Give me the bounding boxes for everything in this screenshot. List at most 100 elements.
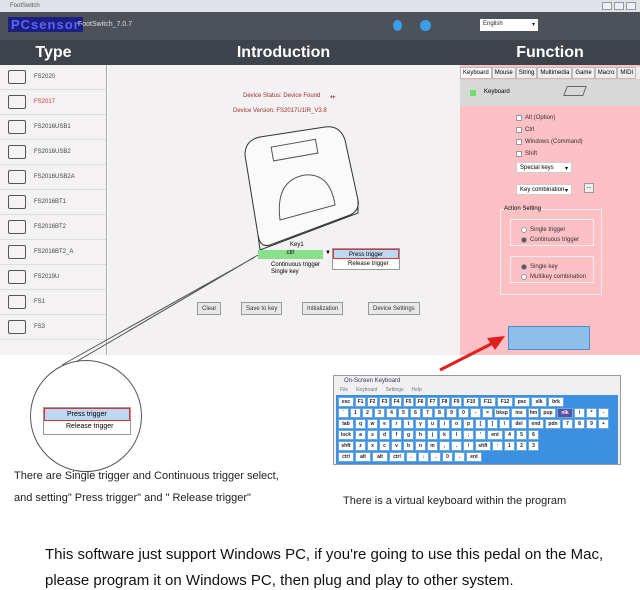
osk-key[interactable]: F5 bbox=[403, 397, 414, 407]
type-item[interactable]: FS2016USB2 bbox=[0, 140, 106, 165]
checkbox[interactable] bbox=[516, 115, 522, 121]
radio[interactable] bbox=[521, 274, 527, 280]
osk-key[interactable]: , bbox=[439, 441, 450, 451]
osk-key[interactable]: 6 bbox=[410, 408, 421, 418]
key-value-field[interactable]: ctrl bbox=[258, 250, 323, 259]
osk-key[interactable]: 0 bbox=[442, 452, 453, 462]
osk-key[interactable]: m bbox=[427, 441, 438, 451]
osk-key[interactable]: - bbox=[470, 408, 481, 418]
osk-key[interactable]: h bbox=[415, 430, 426, 440]
osk-key[interactable]: 7 bbox=[422, 408, 433, 418]
type-item[interactable]: FS2016BT2 bbox=[0, 215, 106, 240]
more-button[interactable]: ... bbox=[584, 183, 594, 193]
osk-key[interactable]: e bbox=[379, 419, 390, 429]
osk-key[interactable]: end bbox=[528, 419, 544, 429]
modifier-checkbox[interactable]: Ctrl bbox=[516, 124, 583, 136]
osk-key[interactable]: bksp bbox=[494, 408, 510, 418]
osk-key[interactable]: \ bbox=[499, 419, 510, 429]
checkbox[interactable] bbox=[516, 127, 522, 133]
radio[interactable] bbox=[521, 264, 527, 270]
osk-key[interactable]: * bbox=[586, 408, 597, 418]
device-settings-button[interactable]: Device Settings bbox=[368, 302, 420, 315]
osk-key[interactable]: ent bbox=[487, 430, 503, 440]
osk-key[interactable]: F3 bbox=[379, 397, 390, 407]
osk-key[interactable]: 9 bbox=[446, 408, 457, 418]
tab-mouse[interactable]: Mouse bbox=[491, 67, 516, 79]
osk-key[interactable]: f bbox=[391, 430, 402, 440]
osk-key[interactable]: F7 bbox=[427, 397, 438, 407]
maximize-button[interactable] bbox=[614, 2, 624, 10]
osk-key[interactable]: nlk bbox=[557, 408, 573, 418]
osk-key[interactable]: hm bbox=[528, 408, 539, 418]
osk-key[interactable]: d bbox=[379, 430, 390, 440]
osk-key[interactable]: v bbox=[391, 441, 402, 451]
virtual-keyboard-thumbnail[interactable] bbox=[508, 326, 590, 350]
osk-key[interactable]: pdn bbox=[545, 419, 561, 429]
trigger-dropdown[interactable]: Press trigger Release trigger bbox=[332, 248, 400, 270]
osk-key[interactable]: ctrl bbox=[389, 452, 405, 462]
osk-key[interactable]: . bbox=[451, 441, 462, 451]
type-item[interactable]: FS2016USB1 bbox=[0, 115, 106, 140]
osk-key[interactable]: ' bbox=[475, 430, 486, 440]
tab-string[interactable]: String bbox=[515, 67, 538, 79]
osk-key[interactable]: b bbox=[403, 441, 414, 451]
osk-key[interactable]: n bbox=[415, 441, 426, 451]
osk-key[interactable]: s bbox=[367, 430, 378, 440]
osk-key[interactable]: 5 bbox=[398, 408, 409, 418]
osk-key[interactable]: shft bbox=[338, 441, 354, 451]
osk-key[interactable]: z bbox=[355, 441, 366, 451]
osk-key[interactable]: - bbox=[598, 408, 609, 418]
key-combination-select[interactable]: Key combination ▾ bbox=[516, 184, 572, 195]
release-trigger-option[interactable]: Release trigger bbox=[333, 259, 399, 269]
osk-key[interactable]: j bbox=[427, 430, 438, 440]
osk-key[interactable]: r bbox=[391, 419, 402, 429]
osk-key[interactable]: psc bbox=[514, 397, 530, 407]
checkbox[interactable] bbox=[516, 151, 522, 157]
osk-key[interactable]: 2 bbox=[362, 408, 373, 418]
osk-key[interactable]: del bbox=[511, 419, 527, 429]
osk-key[interactable]: q bbox=[355, 419, 366, 429]
osk-key[interactable]: 3 bbox=[528, 441, 539, 451]
osk-key[interactable]: 1 bbox=[504, 441, 515, 451]
osk-key[interactable]: lock bbox=[338, 430, 354, 440]
initialization-button[interactable]: Initialization bbox=[302, 302, 344, 315]
osk-key[interactable]: ent bbox=[466, 452, 482, 462]
radio-option[interactable]: Multikey combination bbox=[521, 272, 593, 282]
language-select[interactable]: English ▾ bbox=[480, 19, 538, 31]
osk-key[interactable]: + bbox=[598, 419, 609, 429]
osk-key[interactable]: F10 bbox=[463, 397, 479, 407]
osk-key[interactable]: . bbox=[454, 452, 465, 462]
close-button[interactable] bbox=[626, 2, 636, 10]
radio[interactable] bbox=[521, 237, 527, 243]
osk-menu-item[interactable]: Settings bbox=[385, 387, 403, 394]
osk-menu-item[interactable]: Keyboard bbox=[356, 387, 377, 394]
modifier-checkbox[interactable]: Shift bbox=[516, 148, 583, 160]
radio-option[interactable]: Single key bbox=[521, 262, 593, 272]
osk-key[interactable]: u bbox=[427, 419, 438, 429]
osk-key[interactable]: ins bbox=[511, 408, 527, 418]
osk-key[interactable]: y bbox=[415, 419, 426, 429]
osk-key[interactable]: 5 bbox=[516, 430, 527, 440]
osk-key[interactable]: esc bbox=[338, 397, 354, 407]
osk-key[interactable]: alt bbox=[372, 452, 388, 462]
osk-key[interactable]: = bbox=[482, 408, 493, 418]
osk-key[interactable]: 2 bbox=[516, 441, 527, 451]
osk-key[interactable]: F9 bbox=[451, 397, 462, 407]
osk-key[interactable]: a bbox=[355, 430, 366, 440]
modifier-checkbox[interactable]: Alt (Option) bbox=[516, 112, 583, 124]
osk-key[interactable]: slk bbox=[531, 397, 547, 407]
refresh-icon[interactable] bbox=[420, 20, 431, 31]
osk-key[interactable]: w bbox=[367, 419, 378, 429]
type-item[interactable]: FS2016USB2A bbox=[0, 165, 106, 190]
osk-key[interactable]: 4 bbox=[386, 408, 397, 418]
osk-key[interactable]: F2 bbox=[367, 397, 378, 407]
osk-key[interactable]: → bbox=[430, 452, 441, 462]
osk-key[interactable]: alt bbox=[355, 452, 371, 462]
osk-key[interactable]: F1 bbox=[355, 397, 366, 407]
osk-key[interactable]: / bbox=[574, 408, 585, 418]
osk-key[interactable]: F12 bbox=[497, 397, 513, 407]
osk-key[interactable]: pup bbox=[540, 408, 556, 418]
mouse-icon[interactable] bbox=[393, 20, 402, 31]
osk-key[interactable]: ← bbox=[406, 452, 417, 462]
osk-key[interactable]: ↑ bbox=[492, 441, 503, 451]
